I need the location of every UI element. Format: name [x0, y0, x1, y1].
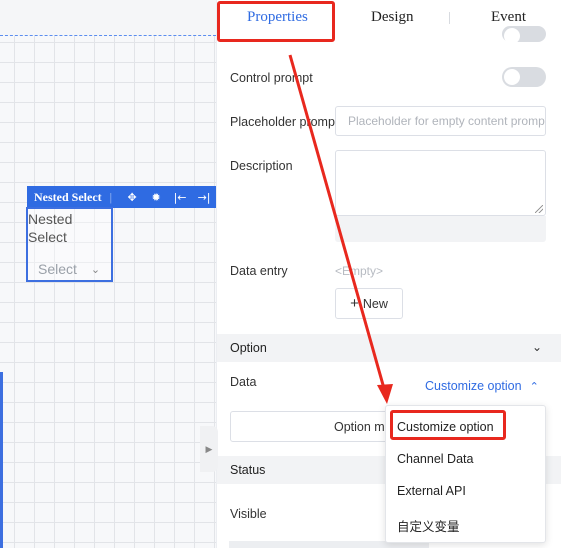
- placeholder-prompt-input[interactable]: Placeholder for empty content prompt: [335, 106, 546, 136]
- control-prompt-toggle[interactable]: [502, 67, 546, 87]
- plus-icon: +: [350, 295, 359, 312]
- bug-icon[interactable]: ✹: [144, 191, 168, 204]
- align-right-icon[interactable]: →|: [192, 191, 216, 204]
- data-entry-empty: <Empty>: [335, 264, 384, 278]
- new-button-label: New: [362, 296, 388, 311]
- panel-collapse-handle[interactable]: ▶: [200, 426, 218, 472]
- chevron-down-icon: ⌄: [90, 263, 101, 276]
- align-left-icon[interactable]: |←: [168, 191, 192, 204]
- chevron-down-icon: ⌄: [531, 340, 542, 354]
- new-button[interactable]: + New: [335, 288, 403, 319]
- tab-design[interactable]: Design: [371, 9, 414, 26]
- canvas-top-area: [0, 0, 216, 36]
- design-canvas[interactable]: Nested Select | ✥ ✹ |← →| Nested Select …: [0, 0, 216, 548]
- placeholder-prompt-placeholder: Placeholder for empty content prompt: [348, 114, 546, 128]
- component-select[interactable]: Select ⌄: [38, 261, 100, 277]
- option-section-title: Option: [230, 341, 267, 355]
- tab-event[interactable]: Event: [491, 9, 526, 26]
- toolbar-divider: |: [109, 189, 113, 204]
- dropdown-item-custom-variable[interactable]: 自定义变量: [397, 516, 460, 535]
- chevron-up-icon: ⌃: [529, 380, 539, 393]
- description-textarea[interactable]: [335, 150, 546, 216]
- properties-tab-highlight: [217, 1, 335, 42]
- selection-edge: [0, 372, 3, 548]
- data-entry-label: Data entry: [230, 264, 288, 278]
- move-icon[interactable]: ✥: [120, 191, 144, 204]
- visible-label: Visible: [230, 507, 267, 521]
- tab-divider: [449, 12, 450, 24]
- top-toggle[interactable]: [502, 26, 546, 44]
- data-source-selector[interactable]: Customize option ⌃: [425, 379, 539, 393]
- placeholder-prompt-label: Placeholder prompt: [230, 115, 339, 129]
- description-label: Description: [230, 159, 293, 173]
- dropdown-item-external-api[interactable]: External API: [397, 484, 466, 498]
- component-toolbar-label: Nested Select: [34, 189, 102, 204]
- component-toolbar: Nested Select | ✥ ✹ |← →|: [27, 186, 216, 208]
- data-source-value: Customize option: [425, 379, 522, 393]
- description-footer: [335, 216, 546, 242]
- option-button-label: Option ma: [334, 420, 392, 434]
- component-title: Nested Select: [28, 211, 73, 245]
- control-prompt-label: Control prompt: [230, 71, 313, 85]
- select-placeholder: Select: [38, 261, 77, 277]
- option-section-header[interactable]: Option ⌄: [217, 334, 561, 362]
- dropdown-item-channel-data[interactable]: Channel Data: [397, 452, 473, 466]
- data-label: Data: [230, 375, 257, 389]
- resize-grip-icon[interactable]: [535, 205, 543, 213]
- customize-option-highlight: [390, 410, 506, 440]
- status-section-title: Status: [230, 463, 266, 477]
- caret-right-icon: ▶: [205, 443, 213, 454]
- nested-select-component[interactable]: Nested Select Select ⌄: [26, 207, 113, 282]
